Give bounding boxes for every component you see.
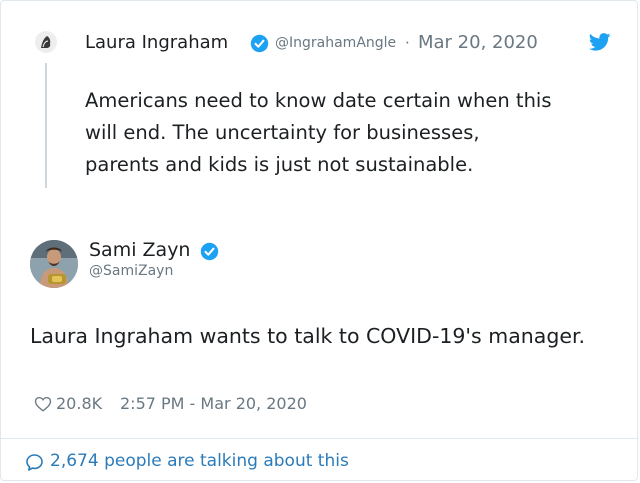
tweet-timestamp[interactable]: 2:57 PM - Mar 20, 2020 [120,394,307,413]
avatar-icon [35,31,57,53]
speech-bubble-icon[interactable] [25,453,44,472]
main-tweet-text: Laura Ingraham wants to talk to COVID-19… [30,324,586,348]
quoted-tweet-text: Americans need to know date certain when… [85,89,552,176]
footer-divider [1,438,639,439]
verified-badge-icon [200,242,219,261]
quoted-author-handle[interactable]: @IngrahamAngle [275,35,396,51]
verified-badge-icon [250,34,269,53]
main-author-handle[interactable]: @SamiZayn [89,263,173,279]
like-count[interactable]: 20.8K [56,394,102,413]
quoted-author-name[interactable]: Laura Ingraham [85,32,228,53]
twitter-bird-icon[interactable] [589,33,611,51]
main-author-avatar[interactable] [30,240,78,288]
quoted-tweet-date[interactable]: Mar 20, 2020 [418,32,538,53]
tweet-embed-card: Laura Ingraham @IngrahamAngle · Mar 20, … [0,0,639,481]
quoted-author-avatar[interactable] [35,31,57,53]
avatar-icon [30,240,78,288]
thread-connector-line [45,63,47,188]
heart-icon[interactable] [34,395,52,413]
conversation-link[interactable]: 2,674 people are talking about this [50,451,349,471]
separator-dot: · [405,34,410,52]
main-author-name[interactable]: Sami Zayn [89,239,190,261]
